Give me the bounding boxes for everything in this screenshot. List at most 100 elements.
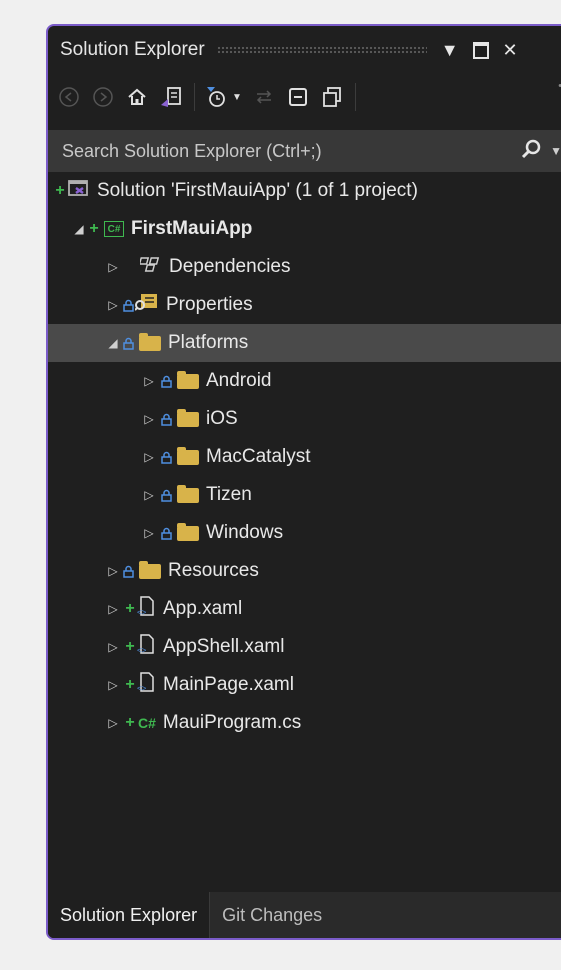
folder-icon bbox=[177, 522, 199, 541]
tree-item-label: Solution 'FirstMauiApp' (1 of 1 project) bbox=[97, 180, 418, 201]
collapsed-arrow-icon[interactable]: ▷ bbox=[108, 564, 118, 578]
bottom-tabs: Solution Explorer Git Changes bbox=[48, 892, 561, 938]
lock-icon bbox=[160, 375, 173, 388]
search-bar: ▼ bbox=[48, 130, 561, 172]
lock-icon bbox=[122, 337, 135, 350]
tab-solution-explorer[interactable]: Solution Explorer bbox=[48, 892, 210, 938]
tree-item-platforms[interactable]: ◢ Platforms bbox=[48, 324, 561, 362]
solution-icon bbox=[68, 178, 90, 204]
tree-item-appshell-xaml[interactable]: ▷ + <> AppShell.xaml bbox=[48, 628, 561, 666]
properties-icon bbox=[134, 293, 159, 317]
tree-item-label: Tizen bbox=[206, 484, 252, 505]
expanded-arrow-icon[interactable]: ◢ bbox=[108, 336, 118, 350]
drag-grip[interactable] bbox=[216, 46, 427, 54]
lock-icon bbox=[160, 413, 173, 426]
search-options-dropdown-icon[interactable]: ▼ bbox=[550, 144, 561, 158]
tree-item-tizen[interactable]: ▷ Tizen bbox=[48, 476, 561, 514]
tree-item-properties[interactable]: ▷ Properties bbox=[48, 286, 561, 324]
tab-git-changes[interactable]: Git Changes bbox=[209, 892, 334, 938]
folder-icon bbox=[139, 560, 161, 579]
lock-icon bbox=[122, 565, 135, 578]
home-icon[interactable] bbox=[124, 84, 150, 110]
git-added-icon: + bbox=[125, 638, 135, 655]
close-icon[interactable]: ✕ bbox=[503, 40, 518, 61]
toolbar-separator bbox=[194, 83, 195, 111]
tree-item-dependencies[interactable]: ▷ Dependencies bbox=[48, 248, 561, 286]
panel-title: Solution Explorer bbox=[60, 39, 205, 60]
tree-item-label: AppShell.xaml bbox=[163, 636, 285, 657]
tree-item-label: Android bbox=[206, 370, 272, 391]
back-icon[interactable] bbox=[56, 84, 82, 110]
collapsed-arrow-icon[interactable]: ▷ bbox=[144, 412, 154, 426]
svg-text:<>: <> bbox=[137, 684, 147, 693]
tree-item-app-xaml[interactable]: ▷ + <> App.xaml bbox=[48, 590, 561, 628]
csharp-file-icon: C# bbox=[138, 715, 156, 731]
lock-icon bbox=[160, 451, 173, 464]
tree-item-maccatalyst[interactable]: ▷ MacCatalyst bbox=[48, 438, 561, 476]
tree-item-label: Dependencies bbox=[169, 256, 291, 277]
collapsed-arrow-icon[interactable]: ▷ bbox=[108, 640, 118, 654]
tree-item-label: iOS bbox=[206, 408, 238, 429]
svg-text:<>: <> bbox=[137, 608, 147, 617]
tree-item-label: Windows bbox=[206, 522, 284, 543]
solution-explorer-panel: Solution Explorer ▼ ✕ ▼ Search Solution … bbox=[46, 24, 561, 940]
maximize-icon[interactable] bbox=[472, 41, 489, 59]
search-input[interactable] bbox=[48, 139, 521, 163]
tree-item-label: MauiProgram.cs bbox=[162, 712, 302, 733]
tree-item-mainpage-xaml[interactable]: ▷ + <> MainPage.xaml bbox=[48, 666, 561, 704]
tree-item-ios[interactable]: ▷ iOS bbox=[48, 400, 561, 438]
toolbar-separator bbox=[355, 83, 356, 111]
filter-dropdown-icon[interactable]: ▼ bbox=[231, 84, 243, 110]
tree-item-label: Properties bbox=[166, 294, 253, 315]
svg-text:<>: <> bbox=[137, 646, 147, 655]
tree-item-solution[interactable]: + Solution 'FirstMauiApp' (1 of 1 projec… bbox=[48, 172, 561, 210]
git-added-icon: + bbox=[125, 676, 135, 693]
expanded-arrow-icon[interactable]: ◢ bbox=[74, 222, 84, 236]
collapsed-arrow-icon[interactable]: ▷ bbox=[108, 260, 118, 274]
collapsed-arrow-icon[interactable]: ▷ bbox=[108, 678, 118, 692]
collapse-all-icon[interactable] bbox=[285, 84, 311, 110]
tree-item-label: FirstMauiApp bbox=[131, 218, 253, 239]
collapsed-arrow-icon[interactable]: ▷ bbox=[108, 298, 118, 312]
git-added-icon: + bbox=[125, 600, 135, 617]
window-position-dropdown-icon[interactable]: ▼ bbox=[441, 40, 459, 61]
forward-icon[interactable] bbox=[90, 84, 116, 110]
collapsed-arrow-icon[interactable]: ▷ bbox=[108, 602, 118, 616]
pending-changes-filter-icon[interactable] bbox=[203, 84, 229, 110]
title-bar: Solution Explorer ▼ ✕ bbox=[48, 26, 561, 74]
show-all-files-icon[interactable] bbox=[319, 84, 345, 110]
xaml-file-icon: <> bbox=[136, 671, 156, 699]
folder-icon bbox=[177, 370, 199, 389]
collapsed-arrow-icon[interactable]: ▷ bbox=[144, 488, 154, 502]
tree-item-project[interactable]: ◢ + C# FirstMauiApp bbox=[48, 210, 561, 248]
tree-item-resources[interactable]: ▷ Resources bbox=[48, 552, 561, 590]
xaml-file-icon: <> bbox=[136, 633, 156, 661]
tree-item-android[interactable]: ▷ Android bbox=[48, 362, 561, 400]
lock-icon bbox=[160, 489, 173, 502]
xaml-file-icon: <> bbox=[136, 595, 156, 623]
folder-icon bbox=[177, 484, 199, 503]
sync-icon[interactable] bbox=[251, 84, 277, 110]
tree-item-label: MainPage.xaml bbox=[163, 674, 294, 695]
lock-icon bbox=[122, 299, 135, 312]
folder-icon bbox=[177, 408, 199, 427]
collapsed-arrow-icon[interactable]: ▷ bbox=[144, 450, 154, 464]
folder-icon bbox=[139, 332, 161, 351]
git-added-icon: + bbox=[125, 714, 135, 731]
lock-icon bbox=[160, 527, 173, 540]
tree-item-mauiprogram-cs[interactable]: ▷ + C# MauiProgram.cs bbox=[48, 704, 561, 742]
tree-item-windows[interactable]: ▷ Windows bbox=[48, 514, 561, 552]
collapsed-arrow-icon[interactable]: ▷ bbox=[144, 526, 154, 540]
collapsed-arrow-icon[interactable]: ▷ bbox=[144, 374, 154, 388]
tree-item-label: Platforms bbox=[168, 332, 249, 353]
toolbar: ▼ •• bbox=[48, 74, 561, 120]
tree-item-label: App.xaml bbox=[163, 598, 243, 619]
collapsed-arrow-icon[interactable]: ▷ bbox=[108, 716, 118, 730]
switch-views-icon[interactable] bbox=[158, 84, 184, 110]
tree-item-label: Resources bbox=[168, 560, 259, 581]
dependencies-icon bbox=[138, 255, 162, 279]
tree-item-label: MacCatalyst bbox=[206, 446, 311, 467]
git-added-icon: + bbox=[89, 220, 99, 237]
git-added-icon: + bbox=[55, 182, 65, 199]
search-icon[interactable] bbox=[520, 138, 542, 165]
